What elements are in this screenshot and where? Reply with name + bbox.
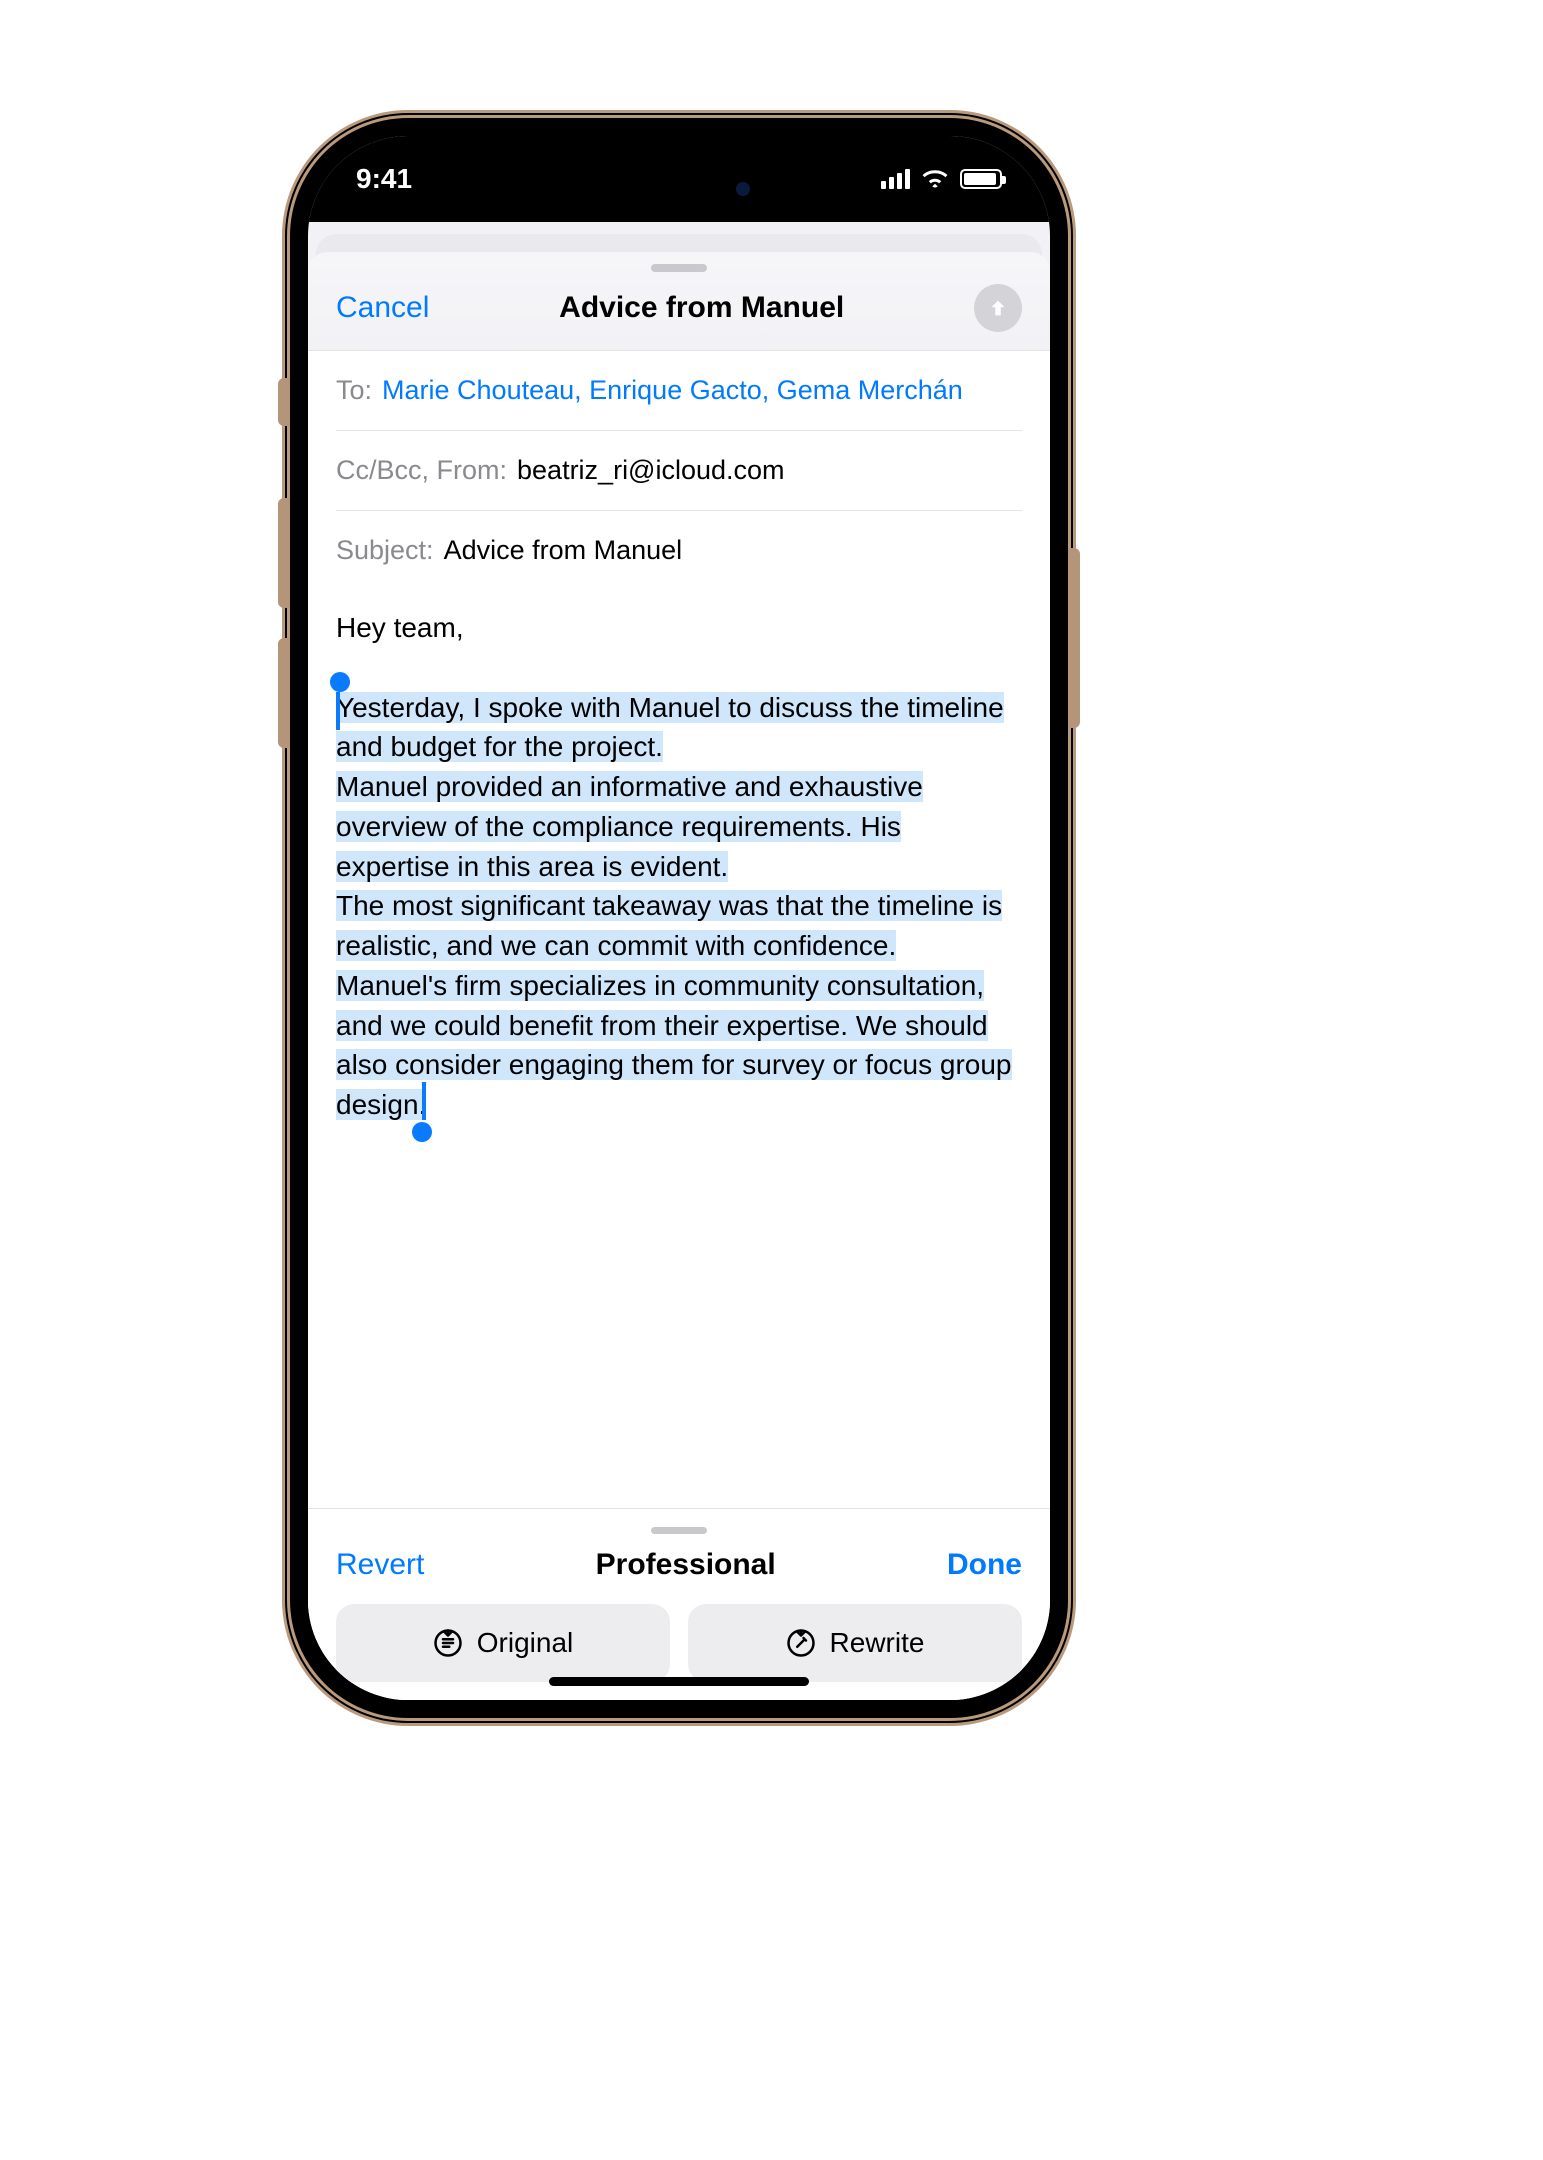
done-button[interactable]: Done <box>947 1548 1022 1582</box>
side-button <box>278 378 290 426</box>
to-value: Marie Chouteau, Enrique Gacto, Gema Merc… <box>382 375 963 406</box>
original-label: Original <box>477 1627 573 1659</box>
rewrite-label: Rewrite <box>830 1627 925 1659</box>
ccbcc-label: Cc/Bcc, From: <box>336 455 507 486</box>
subject-field[interactable]: Subject: Advice from Manuel <box>336 511 1022 590</box>
text-selection[interactable]: Yesterday, I spoke with Manuel to discus… <box>336 692 1012 1121</box>
arrow-up-icon <box>987 297 1009 319</box>
revert-button[interactable]: Revert <box>336 1548 424 1582</box>
subject-value: Advice from Manuel <box>444 535 683 566</box>
panel-grabber[interactable] <box>651 1527 707 1534</box>
compose-fields: To: Marie Chouteau, Enrique Gacto, Gema … <box>308 351 1050 590</box>
status-icons <box>881 169 1002 189</box>
home-indicator[interactable] <box>549 1677 809 1686</box>
sheet-grabber[interactable] <box>651 264 707 272</box>
ccbcc-field[interactable]: Cc/Bcc, From: beatriz_ri@icloud.com <box>336 431 1022 511</box>
message-body[interactable]: Hey team, Yesterday, I spoke with Manuel… <box>308 590 1050 1508</box>
compose-title: Advice from Manuel <box>559 291 844 325</box>
selection-handle-end[interactable] <box>412 1122 432 1142</box>
compose-sheet: Cancel Advice from Manuel To: Marie Chou… <box>308 252 1050 1700</box>
volume-up-button <box>278 498 290 608</box>
greeting-line: Hey team, <box>336 608 1022 648</box>
status-time: 9:41 <box>356 163 412 195</box>
wifi-icon <box>922 169 948 189</box>
phone-screen: 9:41 Cancel Advice from <box>308 136 1050 1700</box>
original-icon <box>433 1628 463 1658</box>
selection-handle-start[interactable] <box>330 672 350 692</box>
subject-label: Subject: <box>336 535 434 566</box>
selected-text: Yesterday, I spoke with Manuel to discus… <box>336 692 1012 1121</box>
rewrite-button[interactable]: Rewrite <box>688 1604 1022 1682</box>
to-field[interactable]: To: Marie Chouteau, Enrique Gacto, Gema … <box>336 351 1022 431</box>
compose-header: Cancel Advice from Manuel <box>308 252 1050 351</box>
cellular-icon <box>881 169 910 189</box>
rewrite-icon <box>786 1628 816 1658</box>
dynamic-island <box>574 164 784 214</box>
original-button[interactable]: Original <box>336 1604 670 1682</box>
volume-down-button <box>278 638 290 748</box>
power-button <box>1068 548 1080 728</box>
to-label: To: <box>336 375 372 406</box>
battery-icon <box>960 169 1002 189</box>
writing-tools-panel: Revert Professional Done Original <box>308 1508 1050 1700</box>
send-button[interactable] <box>974 284 1022 332</box>
ccbcc-value: beatriz_ri@icloud.com <box>517 455 785 486</box>
cancel-button[interactable]: Cancel <box>336 291 429 325</box>
phone-frame: 9:41 Cancel Advice from <box>290 118 1068 1718</box>
writing-mode-label: Professional <box>596 1548 776 1582</box>
